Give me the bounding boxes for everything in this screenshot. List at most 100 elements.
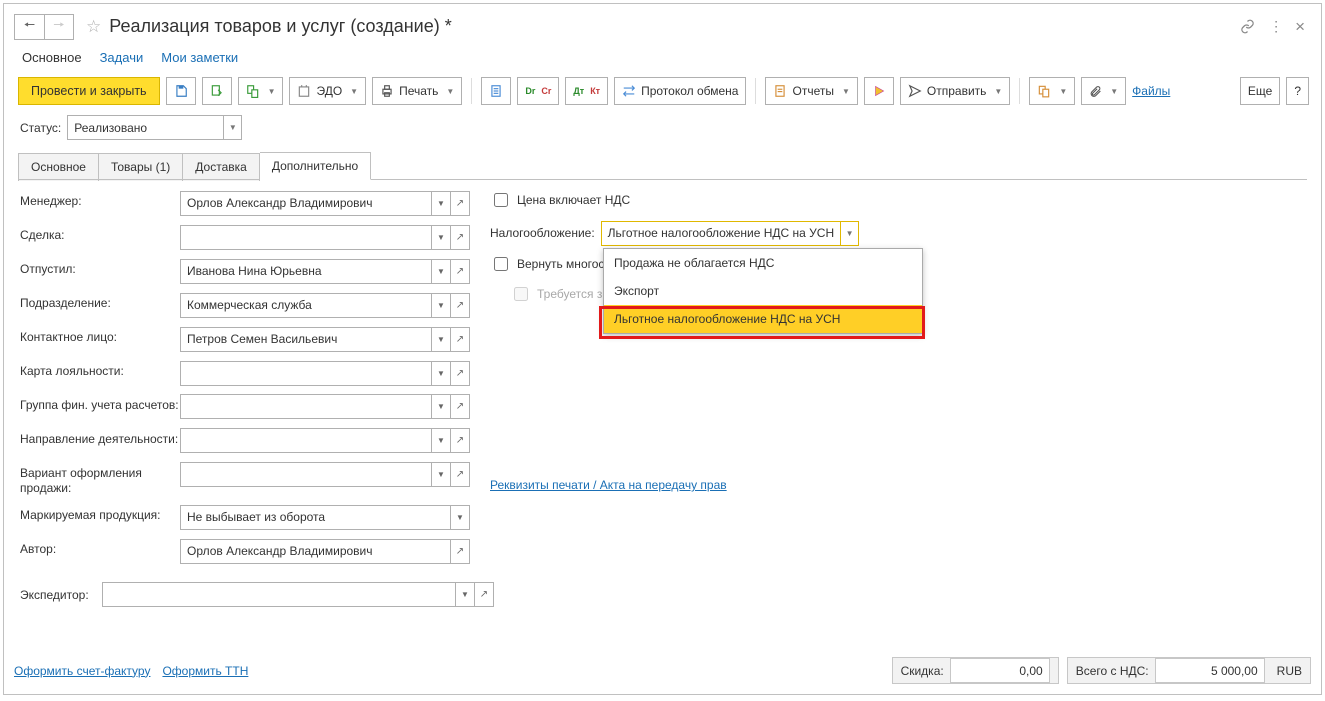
app-window: 🠔 🠖 ☆ Реализация товаров и услуг (создан…	[3, 3, 1322, 695]
edo-button[interactable]: ЭДО▼	[289, 77, 366, 105]
chevron-down-icon[interactable]: ▼	[431, 429, 450, 452]
chevron-down-icon[interactable]: ▼	[431, 395, 450, 418]
marking-input[interactable]: Не выбывает из оборота▼	[180, 505, 470, 530]
save-button[interactable]	[166, 77, 196, 105]
chevron-down-icon[interactable]: ▼	[450, 506, 469, 529]
issue-ttn-link[interactable]: Оформить ТТН	[162, 664, 248, 678]
window-title: Реализация товаров и услуг (создание) *	[109, 16, 1240, 37]
currency-label: RUB	[1277, 664, 1302, 678]
author-input[interactable]: Орлов Александр Владимирович↗	[180, 539, 470, 564]
totals: Скидка: 0,00 Всего с НДС: 5 000,00 RUB	[892, 657, 1311, 684]
tab-main[interactable]: Основное	[18, 153, 99, 181]
manager-input[interactable]: Орлов Александр Владимирович▼↗	[180, 191, 470, 216]
based-on-button[interactable]: ▼	[238, 77, 284, 105]
tab-additional[interactable]: Дополнительно	[260, 152, 371, 180]
author-label: Автор:	[20, 538, 180, 556]
expeditor-input[interactable]: ▼↗	[102, 582, 494, 607]
open-icon[interactable]: ↗	[450, 328, 469, 351]
forward-button[interactable]: 🠖	[44, 14, 74, 40]
dtkt-button[interactable]: ДтКт	[565, 77, 608, 105]
status-value: Реализовано	[74, 121, 223, 135]
more-button[interactable]: Еще	[1240, 77, 1280, 105]
taxation-select[interactable]: Льготное налогообложение НДС на УСН ▼	[601, 221, 859, 246]
chevron-down-icon[interactable]: ▼	[455, 583, 474, 606]
total-input[interactable]: 5 000,00	[1155, 658, 1265, 683]
chevron-down-icon[interactable]: ▼	[840, 222, 858, 245]
contact-label: Контактное лицо:	[20, 326, 180, 344]
open-icon[interactable]: ↗	[450, 463, 469, 486]
back-button[interactable]: 🠔	[14, 14, 44, 40]
direction-input[interactable]: ▼↗	[180, 428, 470, 453]
deal-label: Сделка:	[20, 224, 180, 242]
open-icon[interactable]: ↗	[450, 540, 469, 563]
files-link[interactable]: Файлы	[1132, 84, 1170, 98]
taxation-label: Налогообложение:	[490, 226, 595, 240]
chevron-down-icon[interactable]: ▼	[431, 362, 450, 385]
tax-option-usn[interactable]: Льготное налогообложение НДС на УСН	[604, 305, 922, 333]
contact-input[interactable]: Петров Семен Васильевич▼↗	[180, 327, 470, 352]
requisites-link[interactable]: Реквизиты печати / Акта на передачу прав	[490, 478, 727, 492]
expeditor-label: Экспедитор:	[20, 588, 98, 602]
tax-option-no-vat[interactable]: Продажа не облагается НДС	[604, 249, 922, 277]
tab-delivery[interactable]: Доставка	[183, 153, 260, 181]
total-label: Всего с НДС:	[1076, 664, 1149, 678]
open-icon[interactable]: ↗	[450, 429, 469, 452]
status-select[interactable]: Реализовано ▼	[67, 115, 242, 140]
tabs: Основное Товары (1) Доставка Дополнитель…	[4, 152, 1321, 180]
open-icon[interactable]: ↗	[450, 192, 469, 215]
dtcr-button[interactable]: DrCr	[517, 77, 559, 105]
print-button[interactable]: Печать▼	[372, 77, 462, 105]
chevron-down-icon[interactable]: ▼	[431, 192, 450, 215]
open-icon[interactable]: ↗	[450, 395, 469, 418]
discount-input[interactable]: 0,00	[950, 658, 1050, 683]
fingroup-input[interactable]: ▼↗	[180, 394, 470, 419]
issue-invoice-link[interactable]: Оформить счет-фактуру	[14, 664, 150, 678]
tab-goods[interactable]: Товары (1)	[99, 153, 183, 181]
open-icon[interactable]: ↗	[474, 583, 493, 606]
chevron-down-icon[interactable]: ▼	[431, 463, 450, 486]
play-button[interactable]	[864, 77, 894, 105]
document-icon-button[interactable]	[481, 77, 511, 105]
chevron-down-icon[interactable]: ▼	[223, 116, 241, 139]
favorite-star-icon[interactable]: ☆	[86, 17, 101, 37]
help-button[interactable]: ?	[1286, 77, 1309, 105]
title-bar: 🠔 🠖 ☆ Реализация товаров и услуг (создан…	[4, 4, 1321, 44]
protocol-button[interactable]: Протокол обмена	[614, 77, 746, 105]
post-button[interactable]	[202, 77, 232, 105]
right-column: Цена включает НДС Налогообложение: Льгот…	[490, 190, 1305, 572]
kebab-menu-icon[interactable]: ⋮	[1269, 18, 1281, 35]
chevron-down-icon[interactable]: ▼	[431, 294, 450, 317]
chevron-down-icon[interactable]: ▼	[431, 260, 450, 283]
send-button[interactable]: Отправить▼	[900, 77, 1010, 105]
open-icon[interactable]: ↗	[450, 294, 469, 317]
subnav-notes[interactable]: Мои заметки	[161, 50, 238, 65]
dept-input[interactable]: Коммерческая служба▼↗	[180, 293, 470, 318]
open-icon[interactable]: ↗	[450, 362, 469, 385]
price-includes-vat-checkbox[interactable]: Цена включает НДС	[490, 190, 1305, 210]
link-icon[interactable]	[1240, 19, 1255, 34]
manager-label: Менеджер:	[20, 190, 180, 208]
variant-input[interactable]: ▼↗	[180, 462, 470, 487]
post-and-close-button[interactable]: Провести и закрыть	[18, 77, 160, 105]
open-icon[interactable]: ↗	[450, 260, 469, 283]
attach-button[interactable]: ▼	[1081, 77, 1126, 105]
reports-button[interactable]: Отчеты▼	[765, 77, 857, 105]
tax-option-export[interactable]: Экспорт	[604, 277, 922, 305]
loyalty-label: Карта лояльности:	[20, 360, 180, 378]
chevron-down-icon[interactable]: ▼	[431, 328, 450, 351]
close-button[interactable]: ×	[1295, 17, 1305, 37]
released-input[interactable]: Иванова Нина Юрьевна▼↗	[180, 259, 470, 284]
left-column: Менеджер: Орлов Александр Владимирович▼↗…	[20, 190, 470, 572]
deal-input[interactable]: ▼↗	[180, 225, 470, 250]
status-label: Статус:	[20, 121, 61, 135]
subnav-tasks[interactable]: Задачи	[100, 50, 144, 65]
copy-button[interactable]: ▼	[1029, 77, 1075, 105]
subnav-main[interactable]: Основное	[22, 50, 82, 65]
variant-label: Вариант оформления продажи:	[20, 462, 180, 496]
bottom-bar: Оформить счет-фактуру Оформить ТТН Скидк…	[14, 657, 1311, 684]
open-icon[interactable]: ↗	[450, 226, 469, 249]
loyalty-input[interactable]: ▼↗	[180, 361, 470, 386]
chevron-down-icon[interactable]: ▼	[431, 226, 450, 249]
marking-label: Маркируемая продукция:	[20, 504, 180, 522]
discount-label: Скидка:	[901, 664, 944, 678]
